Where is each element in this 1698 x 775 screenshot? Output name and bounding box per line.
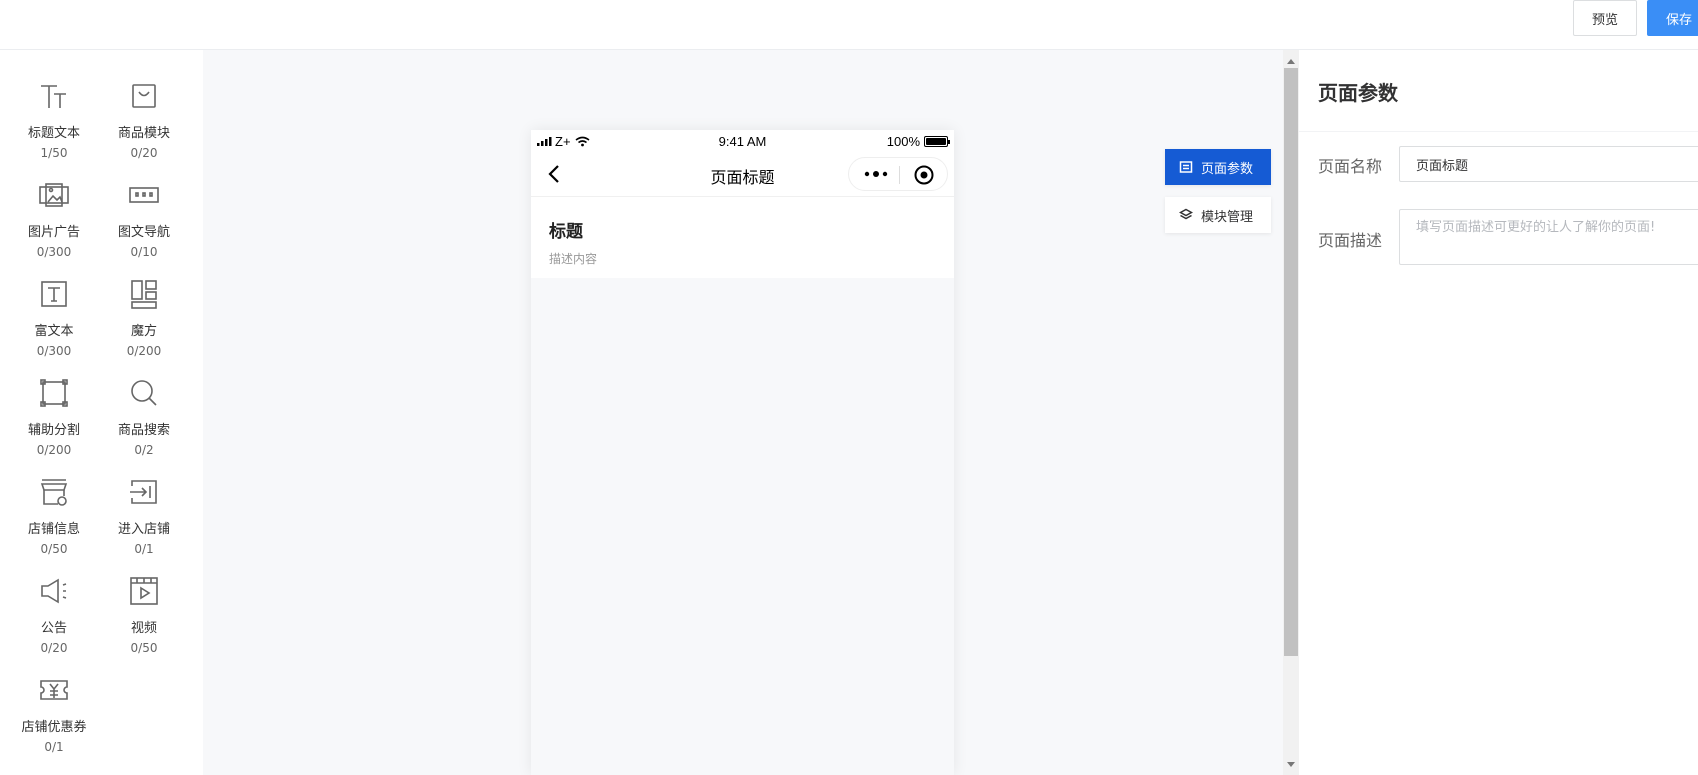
- phone-preview: Z+ 9:41 AM 100% 页面标题 标题 描述内容: [531, 130, 954, 775]
- scroll-up-arrow-icon[interactable]: [1283, 56, 1299, 66]
- component-name: 公告: [40, 621, 67, 636]
- preview-button[interactable]: 预览: [1573, 0, 1637, 36]
- more-dots-icon[interactable]: [861, 166, 891, 182]
- component-name: 店铺信息: [27, 522, 80, 537]
- goods-bag-icon: [127, 80, 161, 112]
- capsule-divider: [899, 166, 900, 184]
- megaphone-icon: [37, 575, 71, 607]
- page-name-label: 页面名称: [1318, 157, 1383, 176]
- search-icon: [127, 377, 161, 409]
- component-video[interactable]: 视频 0/50: [99, 545, 189, 655]
- editor-canvas: Z+ 9:41 AM 100% 页面标题 标题 描述内容 页面参数 模块管理: [203, 50, 1283, 775]
- cube-grid-icon: [127, 278, 161, 310]
- component-title-text[interactable]: 标题文本 1/50: [9, 50, 99, 160]
- component-name: 店铺优惠券: [21, 720, 87, 735]
- battery-icon: [924, 136, 950, 147]
- properties-panel: 页面参数 页面名称 页面描述: [1299, 50, 1698, 775]
- component-name: 标题文本: [27, 126, 80, 141]
- component-goods[interactable]: 商品模块 0/20: [99, 50, 189, 160]
- page-header-module[interactable]: 标题 描述内容: [531, 196, 954, 278]
- component-notice[interactable]: 公告 0/20: [9, 545, 99, 655]
- component-divider[interactable]: 辅助分割 0/200: [9, 347, 99, 457]
- component-name: 视频: [130, 621, 157, 636]
- layers-icon: [1179, 208, 1193, 220]
- component-name: 魔方: [130, 324, 157, 339]
- page-desc-input[interactable]: [1399, 209, 1698, 265]
- component-enter-store[interactable]: 进入店铺 0/1: [99, 446, 189, 556]
- top-bar: 预览 保存: [0, 0, 1698, 50]
- component-store-info[interactable]: 店铺信息 0/50: [9, 446, 99, 556]
- save-button[interactable]: 保存: [1647, 0, 1698, 36]
- battery-percent: 100%: [886, 134, 920, 149]
- component-goods-search[interactable]: 商品搜索 0/2: [99, 347, 189, 457]
- component-name: 商品搜索: [117, 423, 170, 438]
- scroll-down-arrow-icon[interactable]: [1283, 760, 1299, 770]
- component-count: 0/50: [130, 641, 158, 655]
- battery-status: 100%: [886, 134, 950, 149]
- panel-title: 页面参数: [1318, 81, 1398, 105]
- image-ad-icon: [37, 179, 71, 211]
- component-name: 辅助分割: [27, 423, 80, 438]
- header-title: 标题: [549, 222, 583, 242]
- component-name: 富文本: [34, 324, 74, 339]
- rich-text-icon: [37, 278, 71, 310]
- component-image-ad[interactable]: 图片广告 0/300: [9, 149, 99, 259]
- close-target-icon[interactable]: [913, 164, 935, 186]
- component-cube[interactable]: 魔方 0/200: [99, 248, 189, 358]
- enter-store-icon: [127, 476, 161, 508]
- page-desc-label: 页面描述: [1318, 231, 1383, 250]
- coupon-icon: [37, 674, 71, 706]
- tab-page-params-label: 页面参数: [1201, 161, 1254, 177]
- tab-module-manage[interactable]: 模块管理: [1165, 197, 1271, 233]
- image-nav-icon: [127, 179, 161, 211]
- phone-status-bar: Z+ 9:41 AM 100%: [531, 130, 954, 152]
- title-text-icon: [37, 80, 71, 112]
- component-image-nav[interactable]: 图文导航 0/10: [99, 149, 189, 259]
- component-name: 进入店铺: [117, 522, 170, 537]
- header-description: 描述内容: [549, 252, 598, 266]
- mini-program-capsule: [848, 157, 948, 191]
- component-name: 商品模块: [117, 126, 170, 141]
- component-coupon[interactable]: 店铺优惠券 0/1: [9, 644, 99, 754]
- scrollbar-thumb[interactable]: [1284, 68, 1298, 656]
- page-name-input[interactable]: [1399, 146, 1698, 182]
- component-palette: 标题文本 1/50 商品模块 0/20 图片广告 0/300 图文导航 0/10…: [0, 50, 203, 775]
- component-name: 图文导航: [117, 225, 170, 240]
- divider-box-icon: [37, 377, 71, 409]
- panel-divider: [1299, 131, 1698, 132]
- video-icon: [127, 575, 161, 607]
- component-count: 0/1: [44, 740, 64, 754]
- store-info-icon: [37, 476, 71, 508]
- page-params-icon: [1179, 161, 1193, 173]
- tab-page-params[interactable]: 页面参数: [1165, 149, 1271, 185]
- phone-nav-bar: 页面标题: [531, 152, 954, 196]
- component-name: 图片广告: [27, 225, 80, 240]
- component-rich-text[interactable]: 富文本 0/300: [9, 248, 99, 358]
- tab-module-manage-label: 模块管理: [1201, 209, 1254, 225]
